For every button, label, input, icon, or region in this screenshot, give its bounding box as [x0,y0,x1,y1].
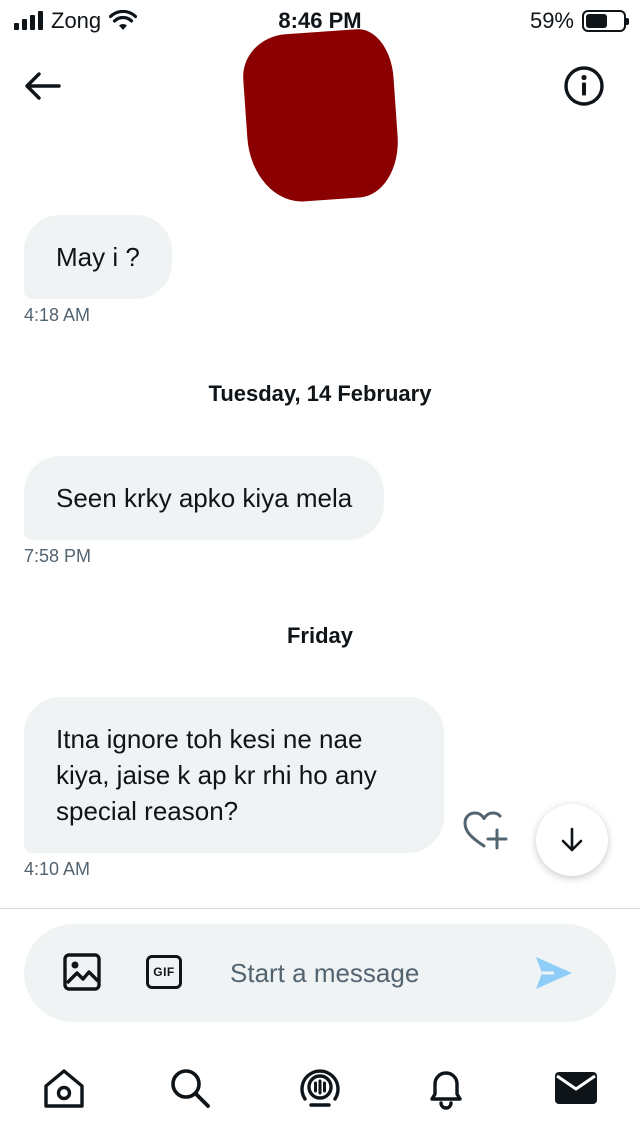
status-right: 59% [529,8,629,34]
add-image-button[interactable] [62,952,102,992]
composer-divider [0,908,640,909]
add-gif-button[interactable]: GIF [144,952,184,992]
messages-icon [555,1072,597,1104]
bottom-navigation [0,1050,640,1130]
gif-icon: GIF [146,955,182,989]
conversation-header [0,26,640,206]
search-icon [171,1069,210,1108]
info-button[interactable] [562,64,606,108]
nav-spaces[interactable] [294,1062,346,1114]
battery-icon [582,10,629,32]
message-bubble[interactable]: May i ? [24,215,172,299]
message-input[interactable] [230,952,520,994]
image-icon [63,953,101,991]
back-button[interactable] [20,64,64,108]
send-icon [536,957,572,989]
message-time: 7:58 PM [24,546,92,566]
info-circle-icon [564,66,604,106]
date-separator: Tuesday, 14 February [208,381,432,406]
message-text: Seen krky apko kiya mela [56,483,353,513]
scroll-to-bottom-button[interactable] [536,804,608,876]
battery-percent: 59% [529,8,574,33]
message-bubble[interactable]: Seen krky apko kiya mela [24,456,385,540]
home-icon [44,1069,84,1108]
send-button[interactable] [534,954,574,992]
message-time: 4:10 AM [24,859,91,879]
nav-search[interactable] [164,1062,216,1114]
battery-fill [586,14,608,28]
spaces-icon [300,1069,340,1107]
heart-plus-icon [463,811,508,850]
notifications-icon [430,1071,462,1110]
message-text: Itna ignore toh kesi ne nae kiya, jaise … [56,724,377,826]
message-bubble[interactable]: Itna ignore toh kesi ne nae kiya, jaise … [24,697,444,853]
avatar[interactable] [240,26,402,206]
message-composer: GIF [24,924,616,1022]
nav-notifications[interactable] [420,1062,472,1114]
add-reaction-button[interactable] [462,810,508,852]
nav-messages[interactable] [550,1062,602,1114]
arrow-left-icon [25,72,61,100]
message-time: 4:18 AM [24,305,91,325]
message-text: May i ? [56,242,140,272]
arrow-down-icon [561,827,583,852]
date-separator: Friday [286,623,354,648]
nav-home[interactable] [38,1062,90,1114]
